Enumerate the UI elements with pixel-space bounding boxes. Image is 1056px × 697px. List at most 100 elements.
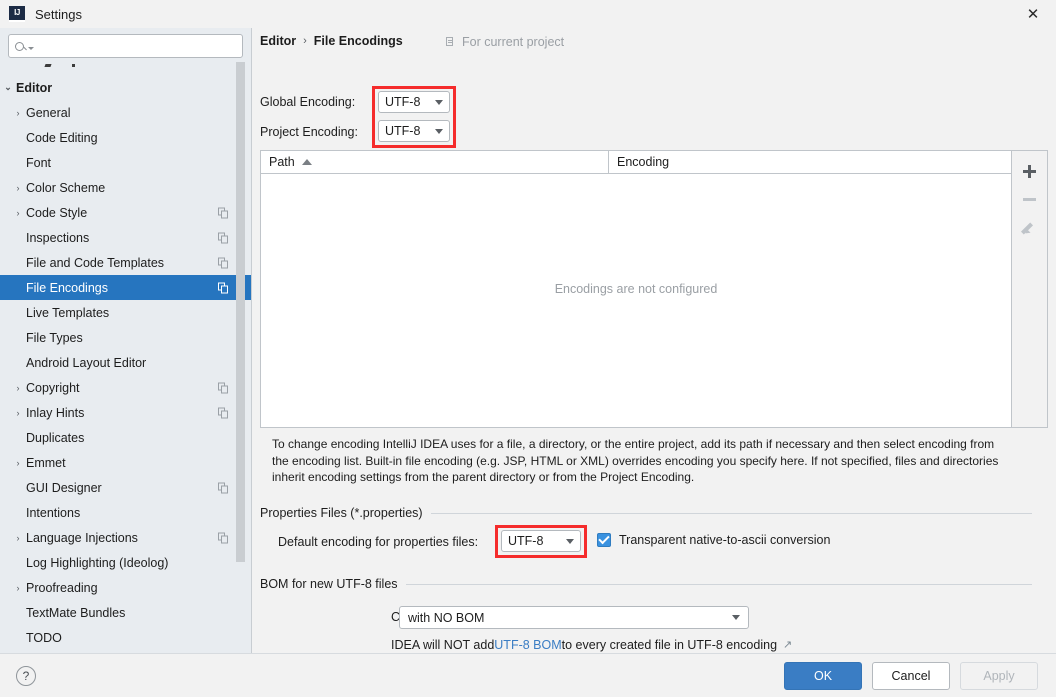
external-link-icon: ↗ [783,638,793,651]
sidebar-item-label: Android Layout Editor [26,355,147,370]
chevron-right-icon[interactable]: › [10,408,26,418]
chevron-right-icon[interactable]: › [10,383,26,393]
cancel-button[interactable]: Cancel [872,661,950,690]
project-encoding-value: UTF-8 [385,124,421,138]
bom-note: IDEA will NOT add UTF-8 BOM to every cre… [391,638,792,652]
sidebar-item-emmet[interactable]: › Emmet [0,450,251,475]
add-button[interactable] [1016,157,1044,185]
sidebar-item-todo[interactable]: TODO [0,625,251,650]
sidebar-item-inspections[interactable]: Inspections [0,225,251,250]
column-header-encoding-label: Encoding [617,155,670,169]
sidebar-item-proofreading[interactable]: › Proofreading [0,575,251,600]
for-current-project-label: For current project [462,35,565,49]
global-encoding-dropdown[interactable]: UTF-8 [378,91,450,113]
table-body[interactable]: Encodings are not configured [261,174,1011,427]
sidebar-item-intentions[interactable]: Intentions [0,500,251,525]
sidebar-item-label: File Types [26,330,83,345]
sidebar-item-log-highlighting-ideolog[interactable]: Log Highlighting (Ideolog) [0,550,251,575]
sidebar-item-label: Copyright [26,380,80,395]
chevron-down-icon [435,128,443,134]
sidebar-item-duplicates[interactable]: Duplicates [0,425,251,450]
encodings-description: To change encoding IntelliJ IDEA uses fo… [272,437,999,484]
sidebar-item-color-scheme[interactable]: › Color Scheme [0,175,251,200]
utf8-bom-link[interactable]: UTF-8 BOM [494,638,561,652]
sidebar-item-gui-designer[interactable]: GUI Designer [0,475,251,500]
sidebar-item-general[interactable]: › General [0,100,251,125]
sidebar-item-language-injections[interactable]: › Language Injections [0,525,251,550]
chevron-right-icon[interactable]: › [10,458,26,468]
column-header-path-label: Path [269,155,295,169]
breadcrumb: Editor › File Encodings [260,34,403,48]
sidebar-item-label: File Encodings [26,280,108,295]
search-box[interactable] [8,34,243,58]
sidebar-item-file-types[interactable]: File Types [0,325,251,350]
column-header-encoding[interactable]: Encoding [609,151,1011,173]
sidebar-item-label: File and Code Templates [26,255,165,270]
project-scope-icon [218,382,229,393]
minus-icon [1023,197,1036,201]
pencil-icon [1023,220,1037,234]
search-input[interactable] [38,38,236,54]
dialog-body: ⌄ Editor › General Code Editing Font › Color Sc… [0,28,1056,653]
sidebar-item-label: Color Scheme [26,180,106,195]
sidebar-item-textmate-bundles[interactable]: TextMate Bundles [0,600,251,625]
sidebar-item-font[interactable]: Font [0,150,251,175]
chevron-right-icon[interactable]: › [10,183,26,193]
project-scope-icon [218,407,229,418]
chevron-right-icon[interactable]: › [10,208,26,218]
properties-group-title: Properties Files (*.properties) [260,506,431,520]
sidebar-item-file-encodings[interactable]: File Encodings [0,275,251,300]
sidebar-item-label: Inspections [26,230,90,245]
sidebar-item-label: TODO [26,630,62,645]
window-title: Settings [35,6,82,22]
create-utf8-files-value: with NO BOM [408,610,485,625]
project-encoding-dropdown[interactable]: UTF-8 [378,120,450,142]
sidebar-scrollbar-track[interactable] [236,28,248,653]
bom-note-prefix: IDEA will NOT add [391,638,495,652]
sidebar-item-label: Emmet [26,455,66,470]
sidebar-item-label: General [26,105,71,120]
chevron-right-icon[interactable]: › [10,583,26,593]
breadcrumb-parent[interactable]: Editor [260,34,296,48]
sidebar-item-code-editing[interactable]: Code Editing [0,125,251,150]
default-properties-encoding-dropdown[interactable]: UTF-8 [501,530,581,552]
sidebar-item-editor[interactable]: ⌄ Editor [0,75,251,100]
default-properties-encoding-value: UTF-8 [508,534,544,548]
sidebar-item-file-and-code-templates[interactable]: File and Code Templates [0,250,251,275]
bom-note-suffix: to every created file in UTF-8 encoding [561,638,778,652]
chevron-down-icon [435,99,443,105]
search-icon [15,41,24,51]
remove-button[interactable] [1016,185,1044,213]
create-utf8-files-dropdown[interactable]: with NO BOM [399,606,749,629]
sidebar-item-label: Code Style [26,205,88,220]
sidebar-item-android-layout-editor[interactable]: Android Layout Editor [0,350,251,375]
sidebar-item-label: TextMate Bundles [26,605,126,620]
transparent-native-to-ascii-checkbox[interactable]: Transparent native-to-ascii conversion [597,533,830,547]
sidebar-item-inlay-hints[interactable]: › Inlay Hints [0,400,251,425]
global-encoding-value: UTF-8 [385,95,421,109]
sidebar-item-label: Log Highlighting (Ideolog) [26,555,169,570]
sidebar-item-copyright[interactable]: › Copyright [0,375,251,400]
tree-partial-row-above [0,64,251,75]
sidebar-item-live-templates[interactable]: Live Templates [0,300,251,325]
help-icon[interactable]: ? [16,665,36,686]
chevron-right-icon[interactable]: › [10,533,26,543]
chevron-right-icon[interactable]: › [10,108,26,118]
breadcrumb-separator-icon: › [303,35,307,47]
table-header-row: Path Encoding [261,151,1011,174]
search-container [0,28,251,62]
project-scope-icon [218,257,229,268]
sidebar-item-code-style[interactable]: › Code Style [0,200,251,225]
project-encoding-label: Project Encoding: [260,125,358,139]
ok-button[interactable]: OK [784,661,862,690]
sidebar-scrollbar-thumb[interactable] [236,62,245,562]
column-header-path[interactable]: Path [261,151,609,173]
project-scope-icon [218,207,229,218]
checkbox-checked-icon [597,533,611,547]
dialog-footer: ? OK Cancel Apply [0,653,1056,697]
close-icon[interactable]: ✕ [1010,0,1056,28]
chevron-down-icon[interactable]: ⌄ [0,82,16,93]
edit-button[interactable] [1016,213,1044,241]
search-options-chevron-down-icon[interactable] [28,46,34,50]
sidebar-item-label: Duplicates [26,430,85,445]
